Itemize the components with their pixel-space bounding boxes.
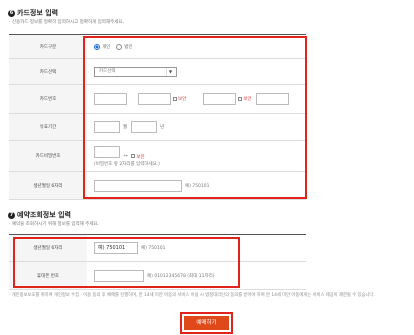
secure-label: 보안 (178, 97, 187, 102)
card-section-title: 6 카드정보 입력 (8, 8, 58, 18)
privacy-footnote: · 개인정보보호를 위하여 개인정보 수집 · 이용 동의 후 예매를 진행하며… (9, 293, 375, 298)
card-section-heading: 카드정보 입력 (17, 9, 59, 17)
card-select-value: 카드선택 (99, 68, 116, 74)
card-number-input-2[interactable] (138, 93, 171, 105)
card-section-note: · 신용카드 정보를 정확히 입력하시고 정확하게 입력해주세요. (9, 20, 124, 25)
card-birth-input[interactable] (94, 179, 182, 192)
card-birth-hint: 예) 750101 (185, 183, 210, 189)
expiry-label: 유효기간 (9, 114, 87, 140)
card-number-row: 카드번호 보안 보안 (9, 85, 306, 114)
section-number-badge: 6 (8, 9, 15, 17)
chevron-down-icon: ▼ (166, 67, 174, 76)
booker-section-heading: 예약조회정보 입력 (17, 211, 71, 219)
card-type-personal-radio[interactable] (94, 43, 100, 50)
booker-phone-input[interactable] (94, 269, 144, 282)
card-number-input-1[interactable] (94, 93, 127, 105)
card-number-label: 카드번호 (9, 85, 87, 113)
card-number-2-secure-checkbox[interactable] (173, 97, 177, 101)
booker-section-note: · 예약을 조회하시기 위해 정보를 입력해 주세요. (9, 222, 100, 227)
card-type-corporate-label: 법인 (124, 44, 133, 50)
booker-birth-label: 생년월일 6자리 (9, 235, 87, 261)
card-password-secure-checkbox[interactable] (131, 154, 136, 158)
expiry-year-input[interactable] (131, 121, 158, 133)
card-select-row: 카드선택 카드선택 ▼ (9, 59, 306, 85)
booker-section-title: 7 예약조회정보 입력 (8, 210, 71, 220)
expiry-year-unit: 년 (160, 125, 165, 130)
card-number-input-4[interactable] (255, 93, 289, 105)
booker-phone-label: 휴대폰 번호 (9, 262, 87, 289)
card-type-corporate-radio[interactable] (116, 43, 123, 50)
card-type-row: 카드구분 개인 법인 (9, 35, 306, 59)
card-select-dropdown[interactable]: 카드선택 ▼ (94, 66, 177, 77)
card-number-input-3[interactable] (203, 93, 237, 105)
booker-info-table: 생년월일 6자리 예) 750101 예) 750101 휴대폰 번호 예) 0… (9, 234, 306, 290)
card-birth-row: 생년월일 6자리 예) 750101 (9, 172, 306, 200)
secure-label: 보안 (136, 154, 145, 160)
booker-phone-row: 휴대폰 번호 예) 01012345678 (최대 11자리) (9, 262, 306, 290)
card-birth-label: 생년월일 6자리 (9, 172, 87, 199)
booker-birth-row: 생년월일 6자리 예) 750101 예) 750101 (9, 235, 306, 262)
booker-birth-hint: 예) 750101 (141, 246, 166, 251)
card-type-personal-label: 개인 (102, 44, 111, 50)
expiry-month-input[interactable] (94, 121, 120, 133)
section-number-badge: 7 (8, 211, 15, 219)
card-password-input[interactable] (94, 145, 120, 158)
card-password-hint: (비밀번호 앞 2자리를 입력하세요.) (94, 161, 160, 167)
card-password-suffix: ** (123, 154, 128, 160)
expiry-row: 유효기간 월 년 (9, 114, 306, 141)
secure-label: 보안 (243, 97, 252, 102)
card-password-row: 카드비밀번호 ** 보안 (비밀번호 앞 2자리를 입력하세요.) (9, 141, 306, 172)
card-info-table: 카드구분 개인 법인 카드선택 카드선택 ▼ 카드번호 보안 보안 유효기간 월… (9, 34, 306, 200)
booker-birth-input[interactable]: 예) 750101 (94, 242, 138, 254)
card-number-3-secure-checkbox[interactable] (238, 97, 243, 101)
card-password-label: 카드비밀번호 (9, 141, 87, 171)
card-select-label: 카드선택 (9, 59, 87, 84)
expiry-month-unit: 월 (123, 125, 128, 130)
booker-phone-hint: 예) 01012345678 (최대 11자리) (147, 273, 215, 279)
card-type-label: 카드구분 (9, 35, 87, 58)
reserve-button[interactable]: 예매하기 (184, 316, 229, 330)
